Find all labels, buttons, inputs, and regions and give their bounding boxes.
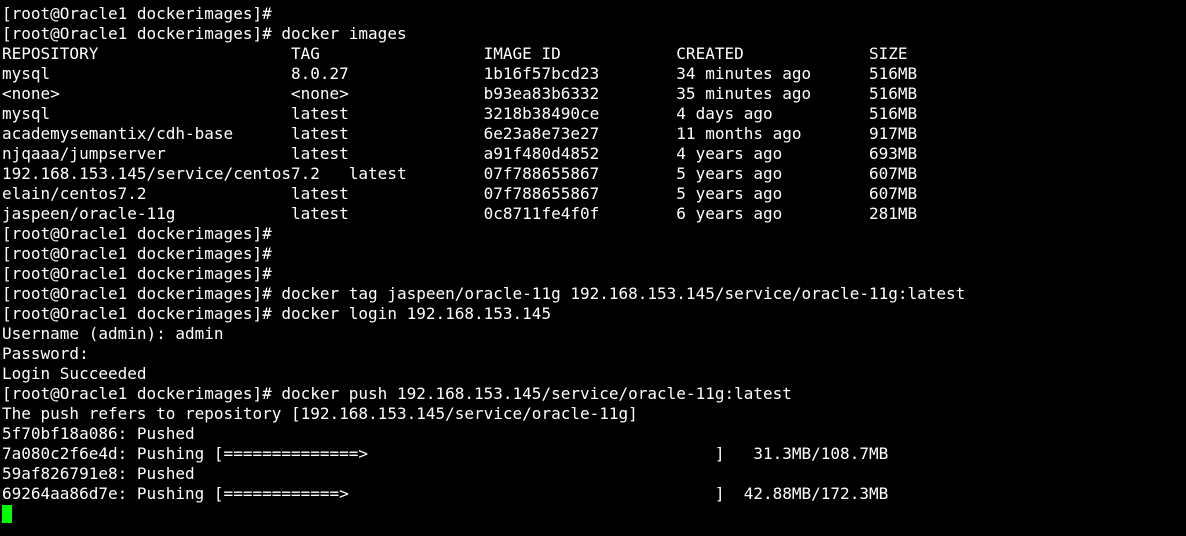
terminal-line: jaspeen/oracle-11g latest 0c8711fe4f0f 6… [2, 204, 918, 223]
terminal-line: 69264aa86d7e: Pushing [============> ] 4… [2, 484, 889, 503]
terminal-line: mysql latest 3218b38490ce 4 days ago 516… [2, 104, 918, 123]
terminal-line: elain/centos7.2 latest 07f788655867 5 ye… [2, 184, 918, 203]
terminal-line: academysemantix/cdh-base latest 6e23a8e7… [2, 124, 918, 143]
terminal-line: [root@Oracle1 dockerimages]# [2, 224, 272, 243]
terminal-window[interactable]: [root@Oracle1 dockerimages]# [root@Oracle… [0, 0, 1186, 536]
terminal-line: [root@Oracle1 dockerimages]# [2, 264, 272, 283]
terminal-line: 7a080c2f6e4d: Pushing [==============> ]… [2, 444, 889, 463]
terminal-line: <none> <none> b93ea83b6332 35 minutes ag… [2, 84, 918, 103]
terminal-line: 59af826791e8: Pushed [2, 464, 195, 483]
terminal-output: [root@Oracle1 dockerimages]# [root@Oracle… [2, 4, 1186, 504]
terminal-line: 5f70bf18a086: Pushed [2, 424, 195, 443]
terminal-line: Password: [2, 344, 89, 363]
terminal-cursor-line[interactable] [2, 504, 1186, 524]
terminal-line: [root@Oracle1 dockerimages]# docker logi… [2, 304, 552, 323]
terminal-cursor [2, 505, 12, 523]
terminal-line: [root@Oracle1 dockerimages]# docker push… [2, 384, 792, 403]
terminal-line: [root@Oracle1 dockerimages]# docker tag … [2, 284, 966, 303]
terminal-line: mysql 8.0.27 1b16f57bcd23 34 minutes ago… [2, 64, 918, 83]
terminal-line: Username (admin): admin [2, 324, 224, 343]
terminal-line: [root@Oracle1 dockerimages]# [2, 244, 272, 263]
terminal-line: njqaaa/jumpserver latest a91f480d4852 4 … [2, 144, 918, 163]
terminal-line: The push refers to repository [192.168.1… [2, 404, 638, 423]
terminal-line: [root@Oracle1 dockerimages]# docker imag… [2, 24, 407, 43]
terminal-line: 192.168.153.145/service/centos7.2 latest… [2, 164, 918, 183]
terminal-line: REPOSITORY TAG IMAGE ID CREATED SIZE [2, 44, 908, 63]
terminal-line: [root@Oracle1 dockerimages]# [2, 4, 272, 23]
terminal-line: Login Succeeded [2, 364, 147, 383]
